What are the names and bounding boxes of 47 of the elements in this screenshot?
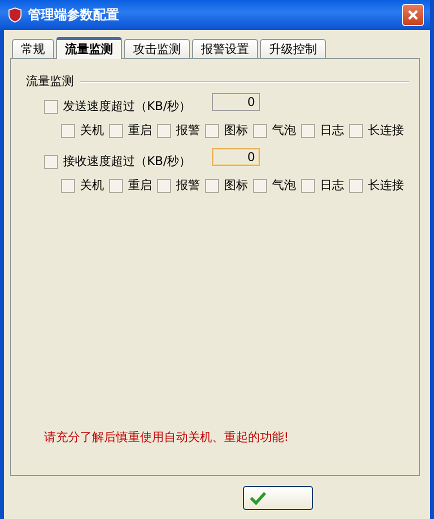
close-icon bbox=[407, 9, 419, 21]
checkbox-label: 发送速度超过（KB/秒） bbox=[63, 98, 192, 115]
checkbox-label: 长连接 bbox=[368, 177, 404, 194]
group-title: 流量监测 bbox=[26, 73, 74, 90]
checkbox[interactable] bbox=[157, 124, 171, 138]
checkbox[interactable] bbox=[44, 100, 58, 114]
checkbox-label: 报警 bbox=[176, 177, 200, 194]
checkbox[interactable] bbox=[301, 124, 315, 138]
checkbox[interactable] bbox=[349, 124, 363, 138]
checkbox[interactable] bbox=[61, 124, 75, 138]
checkbox-label: 气泡 bbox=[272, 122, 296, 139]
checkbox[interactable] bbox=[253, 124, 267, 138]
checkbox-label: 日志 bbox=[320, 177, 344, 194]
window-title: 管理端参数配置 bbox=[28, 7, 120, 24]
close-button[interactable] bbox=[402, 4, 424, 26]
checkbox[interactable] bbox=[301, 178, 315, 192]
checkbox[interactable] bbox=[109, 178, 123, 192]
checkbox[interactable] bbox=[109, 124, 123, 138]
checkbox[interactable] bbox=[205, 178, 219, 192]
tab[interactable]: 流量监测 bbox=[56, 37, 122, 59]
checkbox-label: 关机 bbox=[80, 177, 104, 194]
checkbox[interactable] bbox=[61, 178, 75, 192]
checkbox[interactable] bbox=[205, 124, 219, 138]
checkbox[interactable] bbox=[157, 178, 171, 192]
checkbox-label: 日志 bbox=[320, 122, 344, 139]
checkbox-label: 图标 bbox=[224, 122, 248, 139]
checkbox-label: 重启 bbox=[128, 177, 152, 194]
checkbox-label: 图标 bbox=[224, 177, 248, 194]
warning-text: 请充分了解后慎重使用自动关机、重起的功能! bbox=[44, 429, 290, 446]
checkbox-label: 关机 bbox=[80, 122, 104, 139]
checkbox-label: 报警 bbox=[176, 122, 200, 139]
checkbox-label: 气泡 bbox=[272, 177, 296, 194]
tab[interactable]: 报警设置 bbox=[192, 39, 258, 58]
speed-field[interactable]: 0 bbox=[212, 148, 260, 166]
checkbox-label: 长连接 bbox=[368, 122, 404, 139]
checkbox-label: 接收速度超过（KB/秒） bbox=[63, 153, 192, 170]
ok-button[interactable] bbox=[243, 486, 313, 510]
tab[interactable]: 常规 bbox=[12, 39, 54, 58]
checkbox[interactable] bbox=[349, 178, 363, 192]
checkbox-label: 重启 bbox=[128, 122, 152, 139]
checkmark-icon bbox=[250, 491, 266, 505]
speed-field[interactable]: 0 bbox=[212, 92, 260, 110]
checkbox[interactable] bbox=[44, 154, 58, 168]
tab[interactable]: 升级控制 bbox=[260, 39, 326, 58]
shield-icon bbox=[8, 7, 22, 23]
checkbox[interactable] bbox=[253, 178, 267, 192]
tab[interactable]: 攻击监测 bbox=[124, 39, 190, 58]
